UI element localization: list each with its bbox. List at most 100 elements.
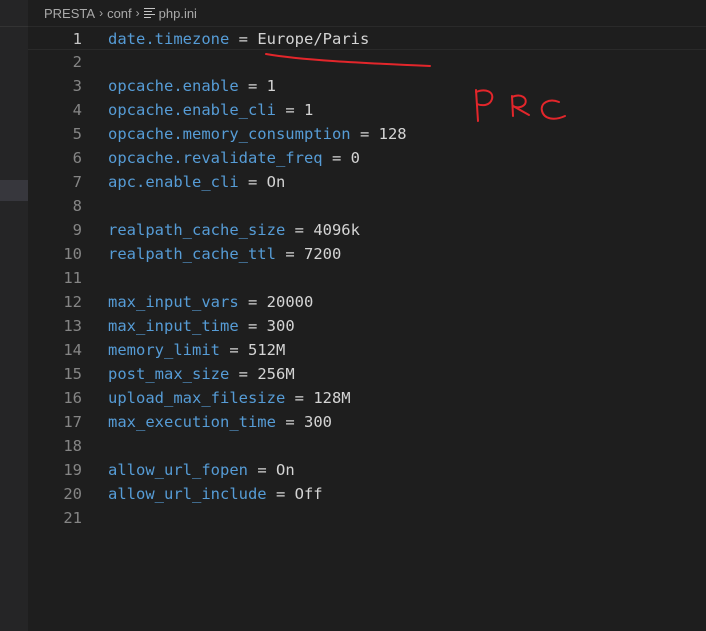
line-number: 19: [63, 461, 82, 479]
ini-operator: =: [266, 485, 295, 503]
sidebar-selected-item[interactable]: [0, 180, 28, 201]
ini-operator: =: [275, 245, 304, 263]
ini-value: 128M: [313, 389, 351, 407]
ini-key: opcache.revalidate_freq: [108, 149, 323, 167]
ini-value: 1: [266, 77, 276, 95]
code-line[interactable]: 6 opcache.revalidate_freq = 0: [28, 146, 706, 170]
line-number: 12: [63, 293, 82, 311]
code-line[interactable]: 19 allow_url_fopen = On: [28, 458, 706, 482]
code-text: opcache.enable_cli = 1: [108, 98, 313, 122]
ini-operator: =: [238, 293, 267, 311]
code-line[interactable]: 17 max_execution_time = 300: [28, 410, 706, 434]
code-line[interactable]: 7 apc.enable_cli = On: [28, 170, 706, 194]
line-number: 8: [72, 197, 82, 215]
breadcrumb-item-presta[interactable]: PRESTA: [44, 6, 95, 21]
ini-key: memory_limit: [108, 341, 220, 359]
code-line[interactable]: 1 date.timezone = Europe/Paris: [28, 26, 706, 50]
code-text: date.timezone = Europe/Paris: [108, 27, 369, 51]
ini-value: 128: [378, 125, 407, 143]
line-number: 5: [72, 125, 82, 143]
line-number: 20: [63, 485, 82, 503]
ini-key: realpath_cache_ttl: [108, 245, 276, 263]
line-number: 2: [72, 53, 82, 71]
ini-operator: =: [238, 317, 267, 335]
code-line[interactable]: 20 allow_url_include = Off: [28, 482, 706, 506]
code-line[interactable]: 5 opcache.memory_consumption = 128: [28, 122, 706, 146]
code-line[interactable]: 13 max_input_time = 300: [28, 314, 706, 338]
line-number: 7: [72, 173, 82, 191]
ini-operator: =: [229, 30, 258, 48]
line-number: 11: [63, 269, 82, 287]
ini-operator: =: [238, 77, 267, 95]
code-text: opcache.memory_consumption = 128: [108, 122, 407, 146]
ini-key: max_input_vars: [108, 293, 239, 311]
code-text: allow_url_fopen = On: [108, 458, 295, 482]
code-line[interactable]: 3 opcache.enable = 1: [28, 74, 706, 98]
ini-operator: =: [238, 173, 267, 191]
code-text: realpath_cache_ttl = 7200: [108, 242, 341, 266]
code-text: post_max_size = 256M: [108, 362, 295, 386]
editor-window: PRESTA › conf › php.ini 1 date.timezone =…: [0, 0, 706, 631]
ini-value: 300: [266, 317, 295, 335]
ini-value: 0: [350, 149, 360, 167]
ini-key: upload_max_filesize: [108, 389, 286, 407]
code-line[interactable]: 15 post_max_size = 256M: [28, 362, 706, 386]
ini-key: realpath_cache_size: [108, 221, 286, 239]
ini-operator: =: [350, 125, 379, 143]
ini-file-icon: [143, 7, 155, 19]
ini-value: 20000: [266, 293, 314, 311]
code-text: opcache.revalidate_freq = 0: [108, 146, 360, 170]
chevron-right-icon: ›: [99, 6, 104, 20]
code-line[interactable]: 4 opcache.enable_cli = 1: [28, 98, 706, 122]
code-line[interactable]: 16 upload_max_filesize = 128M: [28, 386, 706, 410]
line-number: 18: [63, 437, 82, 455]
sidebar-divider: [0, 26, 28, 27]
code-text: apc.enable_cli = On: [108, 170, 285, 194]
ini-operator: =: [247, 461, 276, 479]
code-line[interactable]: 2: [28, 50, 706, 74]
ini-key: opcache.enable: [108, 77, 239, 95]
code-editor[interactable]: 1 date.timezone = Europe/Paris 2 3 opcache.e…: [28, 26, 706, 631]
code-line[interactable]: 14 memory_limit = 512M: [28, 338, 706, 362]
code-line[interactable]: 10 realpath_cache_ttl = 7200: [28, 242, 706, 266]
ini-value: 4096k: [313, 221, 360, 239]
ini-value: 1: [303, 101, 314, 119]
ini-value: Off: [294, 485, 323, 503]
code-line[interactable]: 12 max_input_vars = 20000: [28, 290, 706, 314]
ini-key: opcache.enable_cli: [108, 101, 276, 119]
ini-operator: =: [275, 101, 304, 119]
code-line[interactable]: 11: [28, 266, 706, 290]
line-number: 13: [63, 317, 82, 335]
ini-key: max_input_time: [108, 317, 239, 335]
breadcrumb-item-file[interactable]: php.ini: [143, 5, 197, 21]
breadcrumb: PRESTA › conf › php.ini: [28, 0, 706, 26]
line-number: 3: [72, 77, 82, 95]
code-text: allow_url_include = Off: [108, 482, 323, 506]
ini-value: On: [266, 173, 286, 191]
ini-key: date.timezone: [108, 30, 230, 48]
code-text: memory_limit = 512M: [108, 338, 285, 362]
ini-key: opcache.memory_consumption: [108, 125, 351, 143]
ini-key: allow_url_fopen: [108, 461, 248, 479]
ini-operator: =: [285, 389, 314, 407]
line-number: 21: [63, 509, 82, 527]
ini-value: On: [275, 461, 295, 479]
code-line[interactable]: 9 realpath_cache_size = 4096k: [28, 218, 706, 242]
ini-operator: =: [322, 149, 351, 167]
code-line[interactable]: 18: [28, 434, 706, 458]
explorer-sidebar-edge: [0, 0, 28, 631]
ini-value: 7200: [303, 245, 342, 263]
line-number: 1: [72, 30, 82, 48]
ini-key: max_execution_time: [108, 413, 276, 431]
code-line[interactable]: 8: [28, 194, 706, 218]
ini-operator: =: [275, 413, 304, 431]
breadcrumb-item-conf[interactable]: conf: [107, 6, 132, 21]
code-line[interactable]: 21: [28, 506, 706, 530]
ini-value: 300: [303, 413, 332, 431]
code-text: realpath_cache_size = 4096k: [108, 218, 360, 242]
code-text: max_execution_time = 300: [108, 410, 332, 434]
line-number: 17: [63, 413, 82, 431]
ini-operator: =: [219, 341, 248, 359]
line-number: 4: [72, 101, 82, 119]
breadcrumb-label: php.ini: [158, 5, 197, 21]
